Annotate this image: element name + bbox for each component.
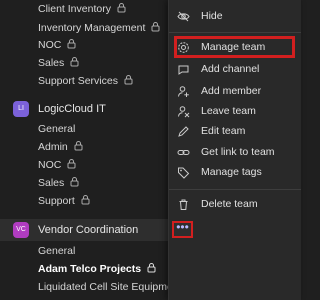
menu-item-manage-team[interactable]: Manage team	[174, 36, 295, 58]
hide-icon	[177, 11, 190, 22]
add-member-icon	[178, 86, 189, 97]
menu-item-add-member[interactable]: Add member	[169, 80, 301, 102]
tag-icon	[178, 167, 190, 179]
menu-divider	[169, 32, 301, 33]
channel-general[interactable]: General	[38, 243, 75, 260]
lock-icon	[74, 141, 83, 151]
lock-icon	[147, 263, 156, 273]
lock-icon	[117, 3, 126, 13]
menu-divider	[169, 189, 301, 190]
channel-adam-telco-projects[interactable]: Adam Telco Projects	[38, 261, 157, 278]
channel-noc[interactable]: NOC	[38, 37, 77, 54]
leave-icon	[178, 106, 190, 118]
team-avatar: VC	[13, 222, 29, 238]
channel-admin[interactable]: Admin	[38, 139, 84, 156]
trash-icon	[179, 199, 188, 210]
link-icon	[177, 150, 190, 155]
channel-sales[interactable]: Sales	[38, 55, 80, 72]
channel-sales[interactable]: Sales	[38, 175, 80, 192]
lock-icon	[67, 159, 76, 169]
menu-item-hide[interactable]: Hide	[169, 5, 301, 27]
lock-icon	[151, 22, 160, 32]
pencil-icon	[178, 126, 189, 137]
lock-icon	[70, 177, 79, 187]
channel-inventory-management[interactable]: Inventory Management	[38, 20, 161, 37]
channel-support[interactable]: Support	[38, 193, 91, 210]
menu-item-edit-team[interactable]: Edit team	[169, 120, 301, 142]
lock-icon	[70, 57, 79, 67]
menu-item-add-channel[interactable]: Add channel	[169, 58, 301, 80]
menu-item-get-link[interactable]: Get link to team	[169, 141, 301, 163]
lock-icon	[124, 75, 133, 85]
team-name: LogicCloud IT	[38, 103, 106, 115]
lock-icon	[81, 195, 90, 205]
menu-item-delete-team[interactable]: Delete team	[169, 193, 301, 215]
lock-icon	[67, 39, 76, 49]
team-avatar: LI	[13, 101, 29, 117]
channel-support-services[interactable]: Support Services	[38, 73, 134, 90]
team-context-menu: Hide Manage team Add channel Add member …	[168, 0, 301, 300]
more-options-button[interactable]: •••	[172, 221, 193, 238]
menu-item-manage-tags[interactable]: Manage tags	[169, 161, 301, 183]
team-name: Vendor Coordination	[38, 224, 139, 236]
channel-general[interactable]: General	[38, 121, 75, 138]
menu-item-leave-team[interactable]: Leave team	[169, 100, 301, 122]
gear-icon	[178, 42, 189, 53]
channel-client-inventory[interactable]: Client Inventory	[38, 1, 127, 18]
channel-noc[interactable]: NOC	[38, 157, 77, 174]
add-channel-icon	[178, 65, 189, 75]
